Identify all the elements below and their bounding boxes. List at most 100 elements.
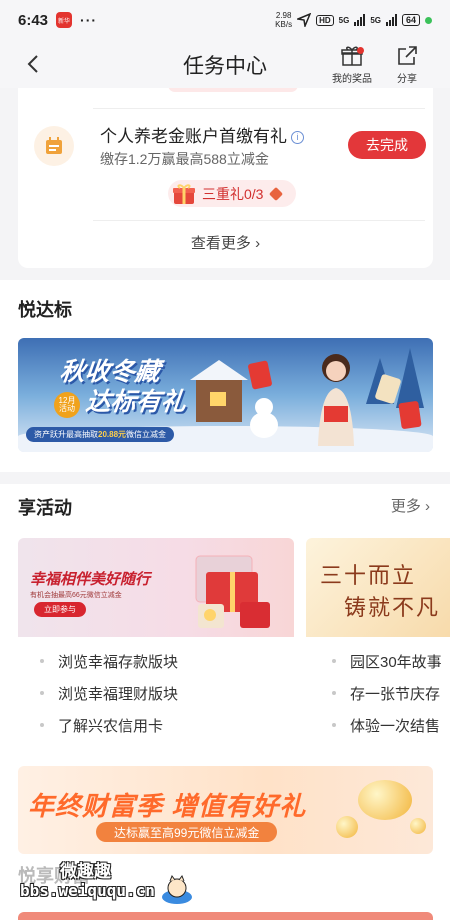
chevron-right-icon: › — [255, 235, 261, 252]
hd-icon: HD — [316, 14, 334, 26]
triple-gift-label: 三重礼0/3 — [202, 185, 264, 202]
calendar-icon — [34, 126, 74, 166]
info-icon[interactable]: i — [291, 131, 304, 144]
red-envelope-icon — [398, 400, 422, 430]
battery-icon: 64 — [401, 14, 420, 26]
app-notification-icon: 新华 — [56, 12, 73, 28]
network-speed: 2.98 KB/s — [275, 11, 292, 29]
activity-image: 幸福相伴美好随行 有机会抽最高66元微信立减金 立即参与 — [18, 538, 294, 637]
bullet-icon — [332, 723, 336, 727]
list-item[interactable]: 体验一次结售 — [306, 709, 450, 741]
previous-task-badge — [168, 88, 298, 92]
list-item-label: 体验一次结售 — [350, 717, 441, 735]
activity-card-happiness[interactable]: 幸福相伴美好随行 有机会抽最高66元微信立减金 立即参与 浏览幸福存款版块 浏览… — [18, 538, 294, 746]
more-label: 更多 — [390, 498, 421, 515]
gift-box-icon — [173, 183, 195, 204]
coin-icon — [336, 816, 358, 838]
status-time: 6:43 — [18, 11, 49, 29]
list-item[interactable]: 园区30年故事 — [306, 645, 450, 677]
coin-icon — [410, 818, 426, 834]
watermark-line-2: bbs.weiququ.cn — [20, 881, 155, 900]
activities-title: 享活动 — [18, 498, 72, 518]
complete-task-button[interactable]: 去完成 — [348, 131, 426, 159]
divider — [93, 220, 425, 221]
girl-illustration — [318, 354, 354, 446]
triple-gift-badge[interactable]: 三重礼0/3 — [168, 180, 296, 207]
more-notifications-icon: ··· — [80, 12, 98, 28]
activity-image-title: 幸福相伴美好随行 — [30, 571, 151, 588]
share-icon — [398, 46, 417, 65]
list-item-label: 浏览幸福存款版块 — [58, 653, 179, 671]
signal-icon — [354, 14, 366, 26]
share-button[interactable]: 分享 — [395, 44, 419, 85]
page-title: 任务中心 — [183, 55, 267, 78]
activity-task-list: 园区30年故事 存一张节庆存 体验一次结售 — [306, 645, 450, 741]
list-item[interactable]: 存一张节庆存 — [306, 677, 450, 709]
year-end-wealth-banner[interactable]: 年终财富季 增值有好礼 达标赢至高99元微信立减金 — [18, 766, 433, 854]
activity-image-line-1: 三十而立 — [320, 563, 417, 588]
red-envelope-icon — [247, 360, 273, 390]
chevron-left-icon — [27, 55, 38, 73]
activity-image-line-2: 铸就不凡 — [344, 595, 441, 620]
bullet-icon — [332, 691, 336, 695]
banner-title-b: 增值有好礼 — [171, 791, 307, 821]
next-banner-peek — [18, 912, 433, 920]
view-more-label: 查看更多 — [190, 235, 251, 252]
house-illustration — [190, 360, 248, 422]
list-item[interactable]: 浏览幸福存款版块 — [18, 645, 294, 677]
list-item-label: 存一张节庆存 — [350, 685, 441, 703]
divider — [93, 108, 425, 109]
gift-boxes-illustration — [195, 555, 270, 628]
task-title-text: 个人养老金账户首缴有礼 — [100, 127, 287, 146]
back-button[interactable] — [22, 52, 46, 76]
network-type-2: 5G — [370, 15, 381, 25]
join-now-button[interactable]: 立即参与 — [34, 602, 86, 617]
notification-dot — [357, 47, 364, 54]
banner-title-a: 年终财富季 — [28, 791, 164, 821]
gem-icon — [269, 186, 284, 201]
my-prizes-button[interactable]: 我的奖品 — [332, 44, 372, 85]
autumn-winter-banner[interactable]: 秋收冬藏 12月 活动 达标有礼 资产跃升最高抽取20.88元微信立减金 — [18, 338, 433, 452]
activity-image: 三十而立 铸就不凡 — [306, 538, 450, 637]
bullet-icon — [40, 723, 44, 727]
banner-sub-prefix: 资产跃升最高抽取 — [34, 430, 98, 439]
task-title: 个人养老金账户首缴有礼 i — [100, 122, 304, 147]
speed-unit: KB/s — [275, 20, 293, 29]
bullet-icon — [332, 659, 336, 663]
list-item[interactable]: 了解兴农信用卡 — [18, 709, 294, 741]
cat-mascot-icon — [162, 875, 192, 904]
activity-task-list: 浏览幸福存款版块 浏览幸福理财版块 了解兴农信用卡 — [18, 645, 294, 741]
list-item-label: 浏览幸福理财版块 — [58, 685, 179, 703]
banner-subtitle: 达标赢至高99元微信立减金 — [96, 822, 278, 842]
snowman-illustration — [250, 398, 278, 438]
yuedabiao-title: 悦达标 — [18, 300, 72, 320]
watermark-line-1: 微趣趣 — [60, 862, 111, 881]
speed-value: 2.98 — [275, 11, 292, 20]
status-bar: 6:43 新华 ··· 2.98 KB/s HD 5G 5G 64 — [0, 0, 450, 40]
banner-subtitle: 资产跃升最高抽取20.88元微信立减金 — [26, 427, 175, 442]
view-more-link[interactable]: 查看更多 › — [18, 232, 433, 253]
activities-more-link[interactable]: 更多 › — [391, 495, 430, 516]
chevron-right-icon: › — [425, 498, 430, 515]
activity-card-thirty-years[interactable]: 三十而立 铸就不凡 园区30年故事 存一张节庆存 体验一次结售 — [306, 538, 450, 746]
location-icon — [297, 13, 312, 27]
tree-shape — [396, 348, 424, 408]
banner-sub-amount: 20.88元 — [98, 430, 127, 439]
bullet-icon — [40, 659, 44, 663]
banner-sub-suffix: 微信立减金 — [126, 430, 167, 439]
activity-image-subtitle: 有机会抽最高66元微信立减金 — [30, 592, 122, 599]
list-item[interactable]: 浏览幸福理财版块 — [18, 677, 294, 709]
list-item-label: 了解兴农信用卡 — [58, 717, 164, 735]
network-type-1: 5G — [338, 15, 350, 25]
list-item-label: 园区30年故事 — [350, 653, 442, 671]
watermark: 微趣趣 bbs.weiququ.cn — [20, 857, 220, 913]
indicator-dot — [425, 16, 432, 24]
task-subtitle: 缴存1.2万赢最高588立减金 — [100, 151, 269, 167]
banner-tag: 12月 活动 — [54, 392, 80, 418]
signal-icon-2 — [385, 14, 397, 26]
piggy-bank-illustration — [358, 780, 412, 820]
my-prizes-label: 我的奖品 — [332, 74, 372, 85]
nav-header: 任务中心 我的奖品 分享 — [0, 40, 450, 88]
bullet-icon — [40, 691, 44, 695]
task-card: 个人养老金账户首缴有礼 i 缴存1.2万赢最高588立减金 去完成 三重礼0/3 … — [18, 88, 433, 268]
